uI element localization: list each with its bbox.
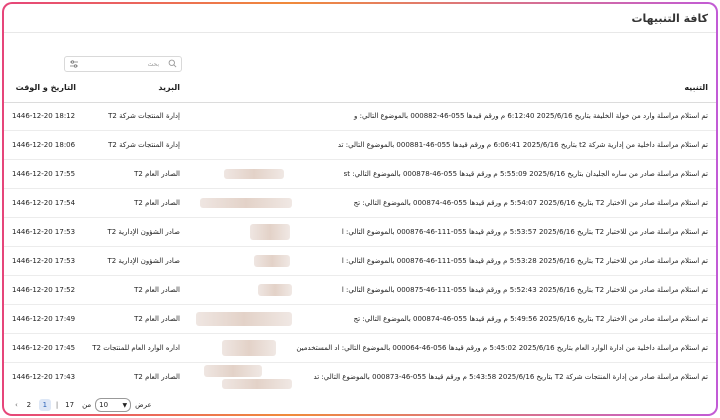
- table-row[interactable]: تم استلام مراسلة صادر من للاختبار T2 بتا…: [4, 247, 716, 276]
- mail-cell: الصادر العام T2: [134, 373, 180, 381]
- date-cell: 1446-12-20 17:43: [12, 373, 76, 381]
- table-header: التنبيه البريد التاريخ و الوقت: [4, 76, 716, 103]
- redacted-subject: [204, 365, 262, 377]
- redacted-subject: [222, 379, 292, 389]
- page-2-button[interactable]: 2: [23, 399, 35, 411]
- header-datetime: التاريخ و الوقت: [15, 83, 76, 92]
- page-1-button[interactable]: 1: [38, 399, 51, 411]
- notification-text: تم استلام مراسلة وارد من خولة الخليفة بت…: [354, 112, 708, 120]
- redacted-subject: [222, 340, 276, 356]
- redacted-subject: [250, 224, 290, 240]
- mail-cell: اداره الوارد العام للمنتجات T2: [92, 344, 180, 352]
- search-icon: [168, 59, 177, 68]
- notification-text: تم استلام مراسلة داخلية من إدارية شركة t…: [337, 141, 708, 149]
- mail-cell: الصادر العام T2: [134, 199, 180, 207]
- date-cell: 1446-12-20 17:55: [12, 170, 76, 178]
- redacted-subject: [224, 169, 284, 179]
- search-input[interactable]: بحث: [148, 61, 159, 68]
- prev-page-icon[interactable]: ‹: [15, 401, 18, 409]
- mail-cell: الصادر العام T2: [134, 286, 180, 294]
- mail-cell: الصادر العام T2: [134, 315, 180, 323]
- chevron-down-icon: ▼: [122, 401, 128, 409]
- redacted-subject: [254, 255, 290, 267]
- date-cell: 1446-12-20 17:49: [12, 315, 76, 323]
- pagination-divider: |: [55, 401, 59, 409]
- table-row[interactable]: تم استلام مراسلة صادر من إدارة المنتجات …: [4, 363, 716, 391]
- redacted-subject: [200, 198, 292, 208]
- notifications-panel: كافة التنبيهات بحث التنبيه البريد التاري…: [2, 2, 718, 416]
- page-size-select[interactable]: 10 ▼: [95, 398, 132, 412]
- date-cell: 1446-12-20 17:45: [12, 344, 76, 352]
- redacted-subject: [258, 284, 292, 296]
- pagination: ‹ 2 1 | 17 من 10 ▼ عرض: [12, 398, 152, 412]
- redacted-subject: [196, 312, 292, 326]
- filter-sliders-icon[interactable]: [69, 59, 79, 69]
- page-size-value: 10: [99, 401, 109, 409]
- table-row[interactable]: تم استلام مراسلة صادر من ساره الجليدان ب…: [4, 160, 716, 189]
- search-box[interactable]: بحث: [64, 56, 182, 72]
- table-row[interactable]: تم استلام مراسلة صادر من للاختبار T2 بتا…: [4, 218, 716, 247]
- header-mail: البريد: [158, 83, 180, 92]
- total-pages: 17: [65, 401, 75, 409]
- table-row[interactable]: تم استلام مراسلة صادر من للاختبار T2 بتا…: [4, 276, 716, 305]
- date-cell: 1446-12-20 18:06: [12, 141, 76, 149]
- date-cell: 1446-12-20 17:52: [12, 286, 76, 294]
- of-label: من: [82, 401, 92, 409]
- mail-cell: الصادر العام T2: [134, 170, 180, 178]
- table-row[interactable]: تم استلام مراسلة وارد من خولة الخليفة بت…: [4, 102, 716, 131]
- date-cell: 1446-12-20 18:12: [12, 112, 76, 120]
- table-row[interactable]: تم استلام مراسلة صادر من الاختبار T2 بتا…: [4, 305, 716, 334]
- table-row[interactable]: تم استلام مراسلة صادر من الاختبار T2 بتا…: [4, 189, 716, 218]
- mail-cell: إدارة المنتجات شركة T2: [108, 112, 180, 120]
- show-label: عرض: [135, 401, 152, 409]
- table-body: تم استلام مراسلة وارد من خولة الخليفة بت…: [4, 102, 716, 391]
- mail-cell: إدارة المنتجات شركة T2: [108, 141, 180, 149]
- header-notification: التنبيه: [684, 83, 708, 92]
- mail-cell: صادر الشؤون الإدارية T2: [107, 228, 180, 236]
- date-cell: 1446-12-20 17:53: [12, 228, 76, 236]
- page-title: كافة التنبيهات: [631, 12, 708, 25]
- date-cell: 1446-12-20 17:53: [12, 257, 76, 265]
- title-divider: [4, 32, 716, 33]
- table-row[interactable]: تم استلام مراسلة داخلية من ادارة الوارد …: [4, 334, 716, 363]
- table-row[interactable]: تم استلام مراسلة داخلية من إدارية شركة t…: [4, 131, 716, 160]
- date-cell: 1446-12-20 17:54: [12, 199, 76, 207]
- mail-cell: صادر الشؤون الإدارية T2: [107, 257, 180, 265]
